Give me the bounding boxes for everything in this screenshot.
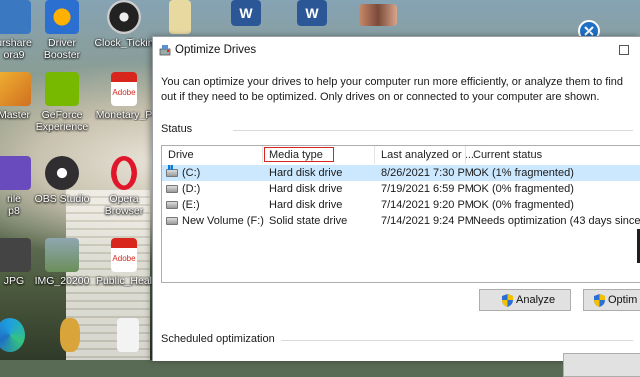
desktop-icon-photo-top[interactable] — [356, 4, 400, 29]
desktop-icon-label: Booster — [43, 49, 81, 61]
desktop-icon-label: Monetary_P — [95, 109, 153, 121]
column-divider[interactable] — [374, 146, 375, 164]
driver-booster-icon — [45, 0, 79, 34]
scheduled-optimization-label: Scheduled optimization — [161, 333, 275, 345]
drive-row-f[interactable]: New Volume (F:) Solid state drive 7/14/2… — [162, 213, 640, 229]
desktop-icon-label: OBS Studio — [34, 193, 90, 205]
column-header-last-analyzed[interactable]: Last analyzed or ... — [381, 149, 474, 161]
intro-text: You can optimize your drives to help you… — [161, 76, 624, 103]
desktop-icon-label: p8 — [8, 205, 20, 217]
disc-icon — [107, 0, 141, 34]
desktop-icon-label: Clock_Tickin — [94, 37, 154, 49]
desktop-icon-public-heal[interactable]: Adobe Public_Heal — [92, 238, 156, 287]
desktop-icon-label: Opera — [109, 193, 139, 205]
window-title: Optimize Drives — [175, 44, 257, 56]
pdf-icon: Adobe — [111, 72, 137, 106]
column-divider[interactable] — [262, 146, 263, 164]
drive-name: (E:) — [182, 199, 200, 211]
desktop-icon-obs[interactable]: OBS Studio — [30, 156, 94, 205]
column-header-current-status[interactable]: Current status — [473, 149, 542, 161]
defrag-icon — [159, 45, 171, 56]
drive-row-e[interactable]: (E:) Hard disk drive 7/14/2021 9:20 PM O… — [162, 197, 640, 213]
drive-row-c[interactable]: (C:) Hard disk drive 8/26/2021 7:30 PM O… — [162, 165, 640, 181]
desktop-icon-label: Public_Heal — [95, 275, 153, 287]
word-icon: W — [231, 0, 261, 26]
desktop-icon-monetary[interactable]: Adobe Monetary_P — [92, 72, 156, 121]
desktop-icon-clock-tickin[interactable]: Clock_Tickin — [92, 0, 156, 49]
drive-media-type: Hard disk drive — [269, 167, 343, 179]
desktop-icon-opera[interactable]: Opera Browser — [92, 156, 156, 217]
adobe-label: Adobe — [112, 254, 136, 263]
change-settings-button[interactable] — [563, 353, 640, 377]
desktop-icon-folder[interactable] — [160, 0, 200, 37]
desktop-icon-geforce[interactable]: GeForce Experience — [30, 72, 94, 133]
uac-shield-icon — [502, 294, 513, 307]
desktop-icon-label: Experience — [35, 121, 89, 133]
optimize-button[interactable]: Optim — [583, 289, 640, 311]
scheduled-divider — [281, 340, 633, 341]
drive-status: OK (1% fragmented) — [473, 167, 574, 179]
optimize-button-label: Optim — [608, 294, 638, 306]
desktop-icon-driver-booster[interactable]: Driver Booster — [30, 0, 94, 61]
word-icon: W — [297, 0, 327, 26]
drive-name: (C:) — [182, 167, 201, 179]
optimize-drives-window: Optimize Drives You can optimize your dr… — [152, 36, 640, 377]
photo-icon — [359, 4, 397, 26]
drive-last-analyzed: 8/26/2021 7:30 PM — [381, 167, 474, 179]
desktop-icon-word-2[interactable]: W — [292, 0, 332, 29]
column-header-drive[interactable]: Drive — [168, 149, 194, 161]
drive-status: OK (0% fragmented) — [473, 199, 574, 211]
document-icon — [117, 318, 139, 352]
drive-status: OK (0% fragmented) — [473, 183, 574, 195]
drive-media-type: Solid state drive — [269, 215, 348, 227]
broom-icon — [0, 72, 31, 106]
drive-icon — [166, 185, 178, 193]
uac-shield-icon — [594, 294, 605, 307]
obs-icon — [45, 156, 79, 190]
drive-last-analyzed: 7/19/2021 6:59 PM — [381, 183, 474, 195]
maximize-button[interactable] — [605, 39, 640, 61]
windows-drive-icon — [166, 165, 178, 177]
analyze-button[interactable]: Analyze — [479, 289, 571, 311]
desktop-icon-img[interactable]: IMG_20200 — [30, 238, 94, 287]
desktop-icon-label: GeForce — [41, 109, 83, 121]
folder-icon — [169, 0, 191, 34]
nvidia-icon — [45, 72, 79, 106]
drive-last-analyzed: 7/14/2021 9:20 PM — [381, 199, 474, 211]
edge-icon — [0, 318, 25, 352]
drive-row-d[interactable]: (D:) Hard disk drive 7/19/2021 6:59 PM O… — [162, 181, 640, 197]
title-bar[interactable]: Optimize Drives — [153, 37, 640, 63]
list-header: Drive Media type Last analyzed or ... Cu… — [162, 146, 640, 164]
status-group-label: Status — [161, 123, 193, 135]
drive-name: New Volume (F:) — [182, 215, 264, 227]
app-icon — [0, 156, 31, 190]
drive-media-type: Hard disk drive — [269, 183, 343, 195]
adobe-label: Adobe — [112, 88, 136, 97]
drive-name: (D:) — [182, 183, 201, 195]
desktop-icon-label: IMG_20200 — [34, 275, 90, 287]
drive-last-analyzed: 7/14/2021 9:24 PM — [381, 215, 474, 227]
drive-icon — [166, 217, 178, 225]
drive-media-type: Hard disk drive — [269, 199, 343, 211]
pineapple-icon — [60, 318, 80, 352]
image-icon — [0, 238, 31, 272]
drive-status: Needs optimization (43 days since last — [473, 215, 640, 227]
media-type-highlight-box — [264, 147, 334, 162]
desktop-icon-word-1[interactable]: W — [226, 0, 266, 29]
status-divider — [233, 130, 633, 131]
desktop-icon-document[interactable] — [108, 318, 148, 355]
desktop-icon-pineapple[interactable] — [50, 318, 90, 355]
drives-list[interactable]: Drive Media type Last analyzed or ... Cu… — [161, 145, 640, 283]
app-icon — [0, 0, 31, 34]
desktop-icon-label: Driver — [48, 37, 76, 49]
column-divider[interactable] — [465, 146, 466, 164]
analyze-button-label: Analyze — [516, 294, 556, 306]
pdf-icon: Adobe — [111, 238, 137, 272]
opera-icon — [111, 156, 137, 190]
desktop-icon-edge[interactable] — [0, 318, 30, 355]
photo-icon — [45, 238, 79, 272]
drive-icon — [166, 201, 178, 209]
desktop-icon-label: Browser — [104, 205, 144, 217]
